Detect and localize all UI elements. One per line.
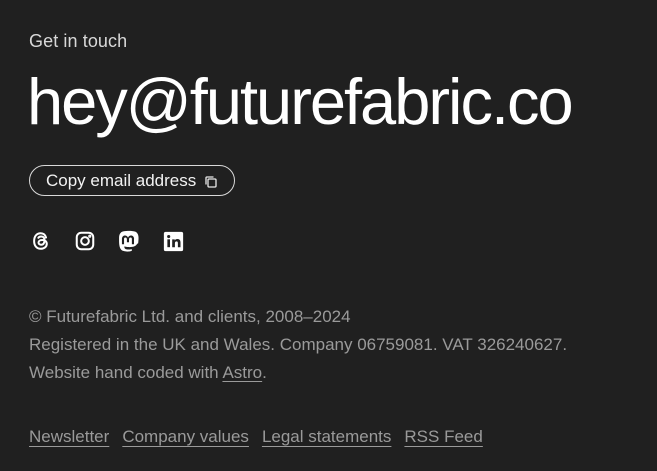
rss-feed-link[interactable]: RSS Feed [404, 427, 482, 447]
legal-statements-link[interactable]: Legal statements [262, 427, 391, 447]
copyright-text: © Futurefabric Ltd. and clients, 2008–20… [29, 307, 351, 326]
astro-link[interactable]: Astro [222, 363, 262, 382]
threads-icon[interactable] [29, 229, 53, 253]
built-with-text: Website hand coded with Astro. [29, 359, 567, 387]
copy-email-label: Copy email address [46, 170, 197, 190]
built-with-suffix: . [262, 363, 267, 382]
copy-email-button[interactable]: Copy email address [29, 165, 236, 196]
instagram-icon[interactable] [73, 229, 97, 253]
newsletter-link[interactable]: Newsletter [29, 427, 109, 447]
site-footer: Get in touch hey@futurefabric.co Copy em… [27, 0, 657, 471]
built-with-prefix: Website hand coded with [29, 363, 223, 382]
company-values-link[interactable]: Company values [122, 427, 249, 447]
footer-links: Newsletter Company values Legal statemen… [29, 427, 483, 447]
get-in-touch-label: Get in touch [29, 31, 128, 51]
legal-info: © Futurefabric Ltd. and clients, 2008–20… [29, 303, 567, 387]
linkedin-icon[interactable] [161, 229, 185, 253]
copy-icon [204, 174, 218, 188]
mastodon-icon[interactable] [117, 229, 141, 253]
registration-text: Registered in the UK and Wales. Company … [29, 335, 568, 354]
social-links [29, 229, 185, 253]
email-link[interactable]: hey@futurefabric.co [27, 62, 574, 142]
